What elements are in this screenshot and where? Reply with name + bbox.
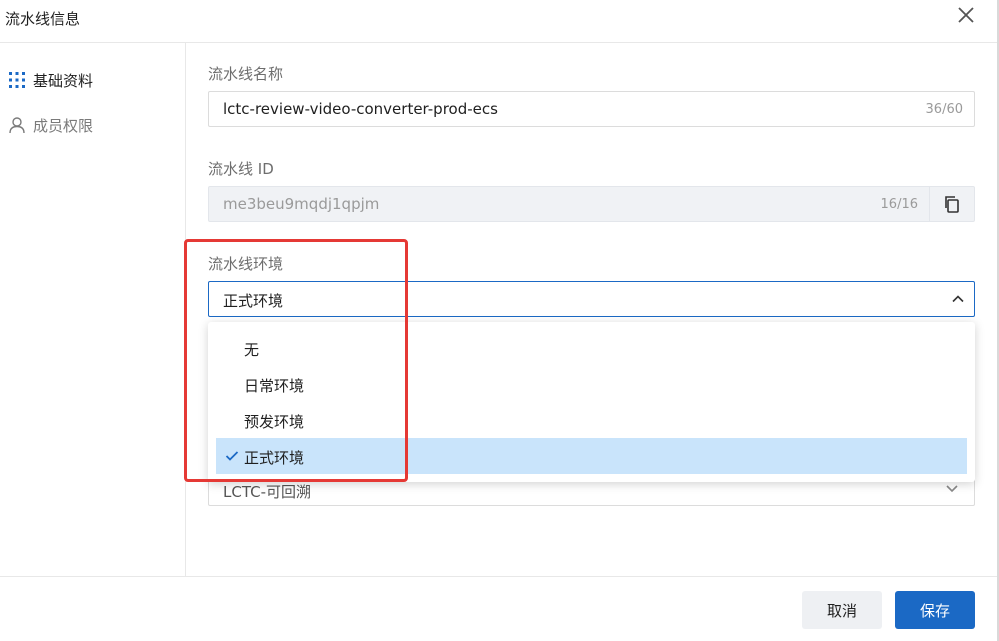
grid-icon [9,72,25,88]
pipeline-info-dialog: 流水线信息 基础资料 成员权限 流水线名称 lctc-review-video-… [0,0,999,641]
env-label: 流水线环境 [208,255,284,273]
cancel-button[interactable]: 取消 [802,591,882,629]
env-option-daily[interactable]: 日常环境 [216,366,967,402]
check-icon [225,451,239,461]
user-icon [9,117,25,134]
sidebar-item-members[interactable]: 成员权限 [8,114,93,136]
save-button[interactable]: 保存 [895,591,975,629]
name-char-count: 36/60 [925,102,963,117]
chevron-down-icon [946,485,958,493]
close-icon[interactable] [955,4,977,26]
sidebar-item-label: 成员权限 [33,116,94,135]
copy-button[interactable] [929,187,974,221]
dialog-header: 流水线信息 [0,0,997,43]
option-label: 预发环境 [244,413,305,431]
option-label: 无 [244,341,260,359]
sidebar: 基础资料 成员权限 [0,43,186,576]
pipeline-name-value: lctc-review-video-converter-prod-ecs [223,100,498,118]
env-select-value: 正式环境 [223,292,284,310]
option-label: 正式环境 [244,449,305,467]
copy-icon [945,196,959,213]
pipeline-id-value: me3beu9mqdj1qpjm [223,195,380,213]
chevron-up-icon [952,295,964,303]
dialog-footer: 取消 保存 [0,576,997,641]
id-label: 流水线 ID [208,160,274,178]
env-dropdown: 无 日常环境 预发环境 正式环境 [208,322,975,482]
option-label: 日常环境 [244,377,305,395]
sidebar-item-basic-info[interactable]: 基础资料 [8,69,93,91]
env-option-staging[interactable]: 预发环境 [216,402,967,438]
pipeline-name-input[interactable]: lctc-review-video-converter-prod-ecs 36/… [208,91,975,127]
env-select[interactable]: 正式环境 [208,281,975,317]
name-label: 流水线名称 [208,65,284,83]
sidebar-item-label: 基础资料 [33,71,94,90]
next-select-value: LCTC-可回溯 [223,483,312,501]
id-char-count: 16/16 [880,197,918,212]
env-option-none[interactable]: 无 [216,330,967,366]
dialog-title: 流水线信息 [5,10,81,28]
pipeline-id-input: me3beu9mqdj1qpjm 16/16 [208,186,975,222]
env-option-production[interactable]: 正式环境 [216,438,967,474]
